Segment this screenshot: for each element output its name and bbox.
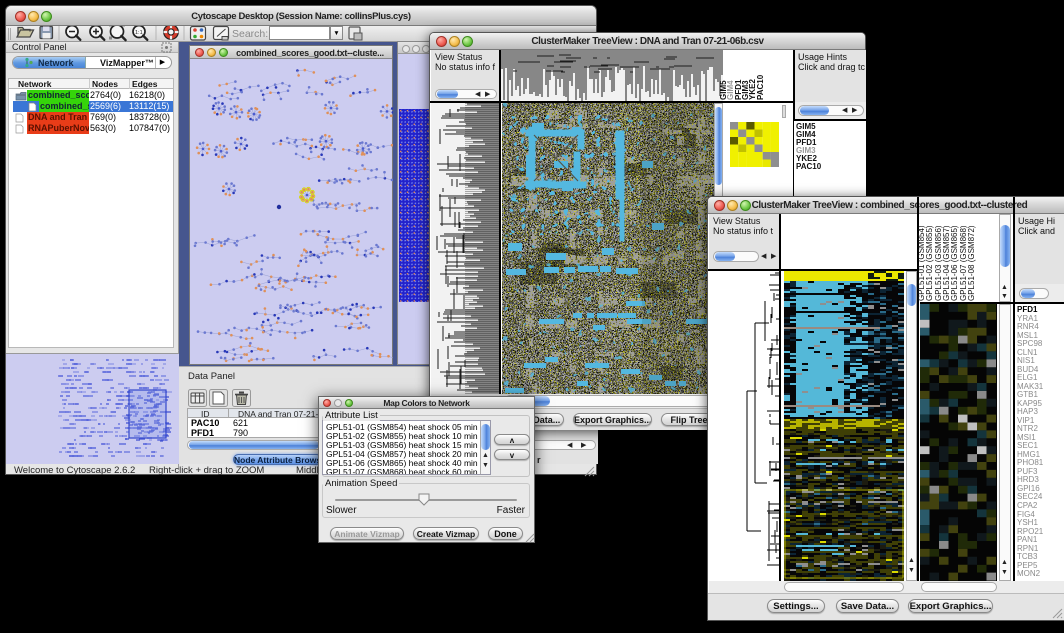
svg-text:1:1: 1:1: [135, 30, 143, 36]
